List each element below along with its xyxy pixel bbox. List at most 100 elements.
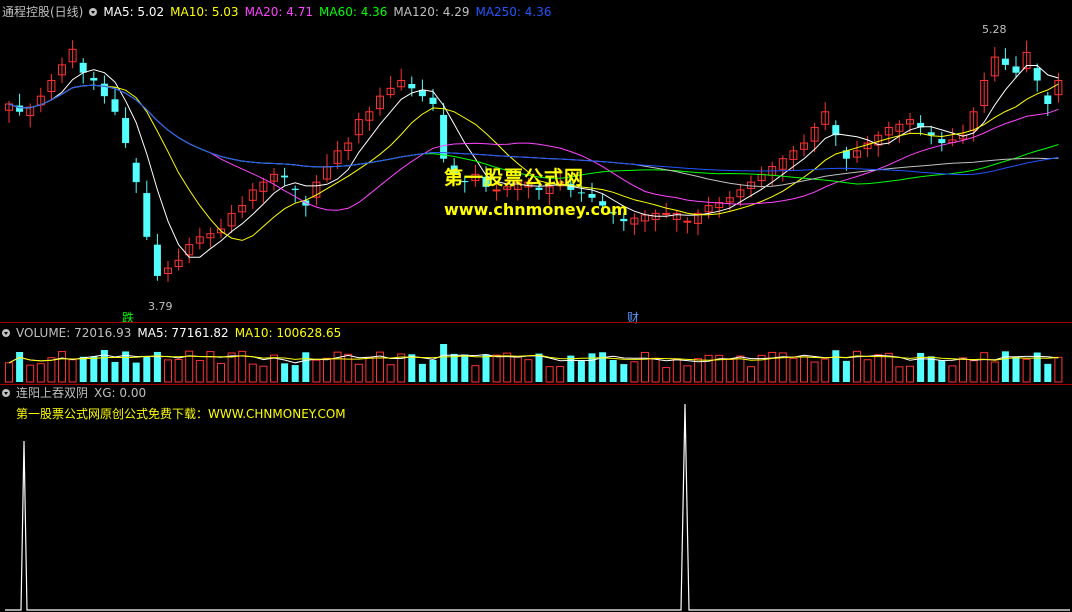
volume-bar	[599, 352, 607, 382]
volume-bar	[863, 359, 872, 383]
price-panel[interactable]: 通程控股(日线) MA5: 5.02 MA10: 5.03 MA20: 4.71 MA6…	[0, 0, 1072, 325]
candle-body	[492, 189, 501, 192]
volume-bar	[969, 360, 978, 383]
volume-bar	[323, 357, 331, 383]
watermark-cn: 第一股票公式网	[444, 167, 585, 189]
volume-bar	[736, 355, 745, 383]
volume-bar	[143, 355, 151, 382]
candle-body	[153, 244, 161, 276]
indicator-chart[interactable]	[0, 386, 1072, 612]
volume-bar	[959, 357, 967, 383]
volume-bar	[270, 354, 278, 383]
volume-bar	[174, 359, 183, 383]
candle-body	[79, 62, 87, 73]
volume-bar	[217, 362, 225, 383]
volume-bar	[503, 352, 512, 383]
candle-body	[132, 162, 140, 183]
candle-body	[588, 194, 596, 198]
volume-bar	[1001, 351, 1009, 382]
volume-bar	[450, 353, 458, 382]
volume-bar	[524, 359, 533, 383]
volume-bar	[980, 352, 989, 383]
candle-body	[1001, 58, 1009, 65]
candle-body	[90, 77, 98, 81]
volume-bar	[195, 360, 204, 383]
volume-bar	[291, 365, 299, 382]
low-price-label: 3.79	[148, 300, 173, 313]
panel-divider[interactable]	[0, 384, 1072, 385]
volume-bar	[513, 356, 522, 383]
indicator-panel[interactable]: 连阳上吞双阴 XG: 0.00 第一股票公式网原创公式免费下载：WWW.CHNMO…	[0, 386, 1072, 612]
volume-bar	[874, 354, 883, 383]
volume-bar	[683, 365, 692, 383]
volume-bar	[1044, 363, 1052, 382]
volume-bar	[58, 351, 66, 383]
volume-bar	[1054, 356, 1063, 383]
volume-bar	[354, 363, 363, 383]
volume-bar	[810, 361, 819, 383]
volume-bar	[535, 353, 543, 382]
volume-bar	[842, 360, 850, 382]
candle-body	[1044, 95, 1052, 104]
volume-bar	[789, 357, 798, 383]
volume-bar	[248, 363, 257, 383]
moving-average-line	[8, 65, 1059, 258]
moving-average-line	[8, 84, 1059, 176]
volume-bar	[884, 352, 893, 383]
volume-bar	[68, 359, 77, 383]
volume-bar	[492, 354, 501, 383]
volume-bar	[651, 357, 660, 383]
volume-bar	[408, 354, 416, 382]
volume-bar	[725, 358, 734, 383]
volume-bar	[609, 360, 617, 382]
candle-body	[281, 175, 289, 178]
volume-bar	[111, 361, 119, 382]
candle-body	[111, 99, 119, 112]
high-price-label: 5.28	[982, 23, 1007, 36]
xg-signal-line	[5, 403, 1070, 611]
volume-bar	[768, 351, 777, 383]
volume-bar	[620, 364, 628, 382]
volume-bar	[641, 351, 649, 383]
candle-body	[100, 83, 108, 97]
volume-bar	[577, 360, 585, 382]
volume-bar	[545, 366, 554, 383]
volume-bar	[800, 356, 808, 383]
candle-body	[291, 188, 299, 190]
volume-bar	[259, 365, 268, 383]
volume-chart[interactable]	[0, 324, 1072, 384]
volume-bar	[567, 355, 575, 382]
volume-bar	[990, 361, 999, 383]
panel-divider[interactable]	[0, 322, 1072, 323]
candle-body	[620, 218, 628, 222]
volume-panel[interactable]: VOLUME: 72016.93 MA5: 77161.82 MA10: 10062…	[0, 324, 1072, 384]
volume-bar	[26, 364, 35, 383]
volume-bar	[630, 361, 639, 383]
volume-bar	[281, 363, 289, 382]
candle-body	[408, 84, 416, 89]
volume-bar	[79, 356, 87, 382]
volume-bar	[344, 353, 353, 383]
volume-bar	[704, 354, 713, 383]
volume-bar	[365, 356, 374, 383]
candlestick-chart[interactable]	[0, 0, 1072, 322]
volume-bar	[386, 364, 395, 383]
volume-bar	[312, 359, 321, 383]
volume-bar	[906, 365, 914, 383]
candle-body	[122, 118, 130, 144]
volume-bar	[1012, 356, 1020, 382]
volume-bar	[440, 344, 448, 382]
candle-body	[577, 192, 585, 194]
volume-bar	[47, 357, 56, 383]
volume-bar	[302, 352, 310, 382]
volume-bar	[461, 354, 469, 382]
volume-bar	[36, 363, 45, 383]
volume-bar	[938, 360, 946, 382]
volume-bar	[132, 362, 140, 382]
volume-bar	[895, 366, 904, 383]
candle-body	[683, 220, 692, 223]
volume-bar	[482, 354, 490, 382]
volume-bar	[556, 365, 565, 383]
candle-body	[143, 193, 151, 237]
candle-body	[1012, 66, 1020, 73]
